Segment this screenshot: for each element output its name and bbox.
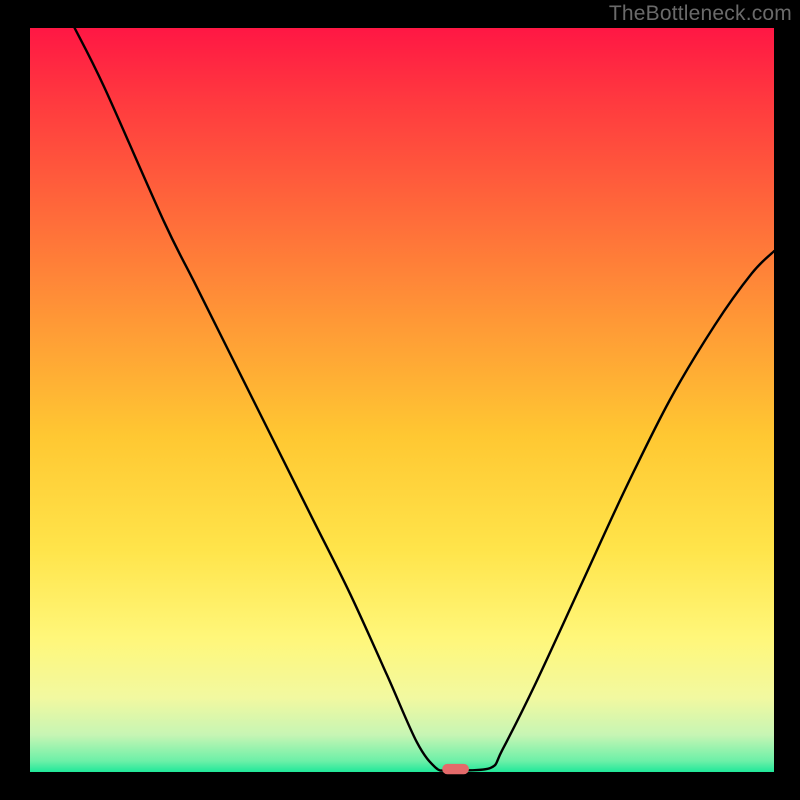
optimal-marker [442, 764, 469, 774]
watermark-text: TheBottleneck.com [609, 2, 792, 26]
plot-background [30, 28, 774, 772]
chart-frame: TheBottleneck.com [0, 0, 800, 800]
bottleneck-chart [0, 0, 800, 800]
